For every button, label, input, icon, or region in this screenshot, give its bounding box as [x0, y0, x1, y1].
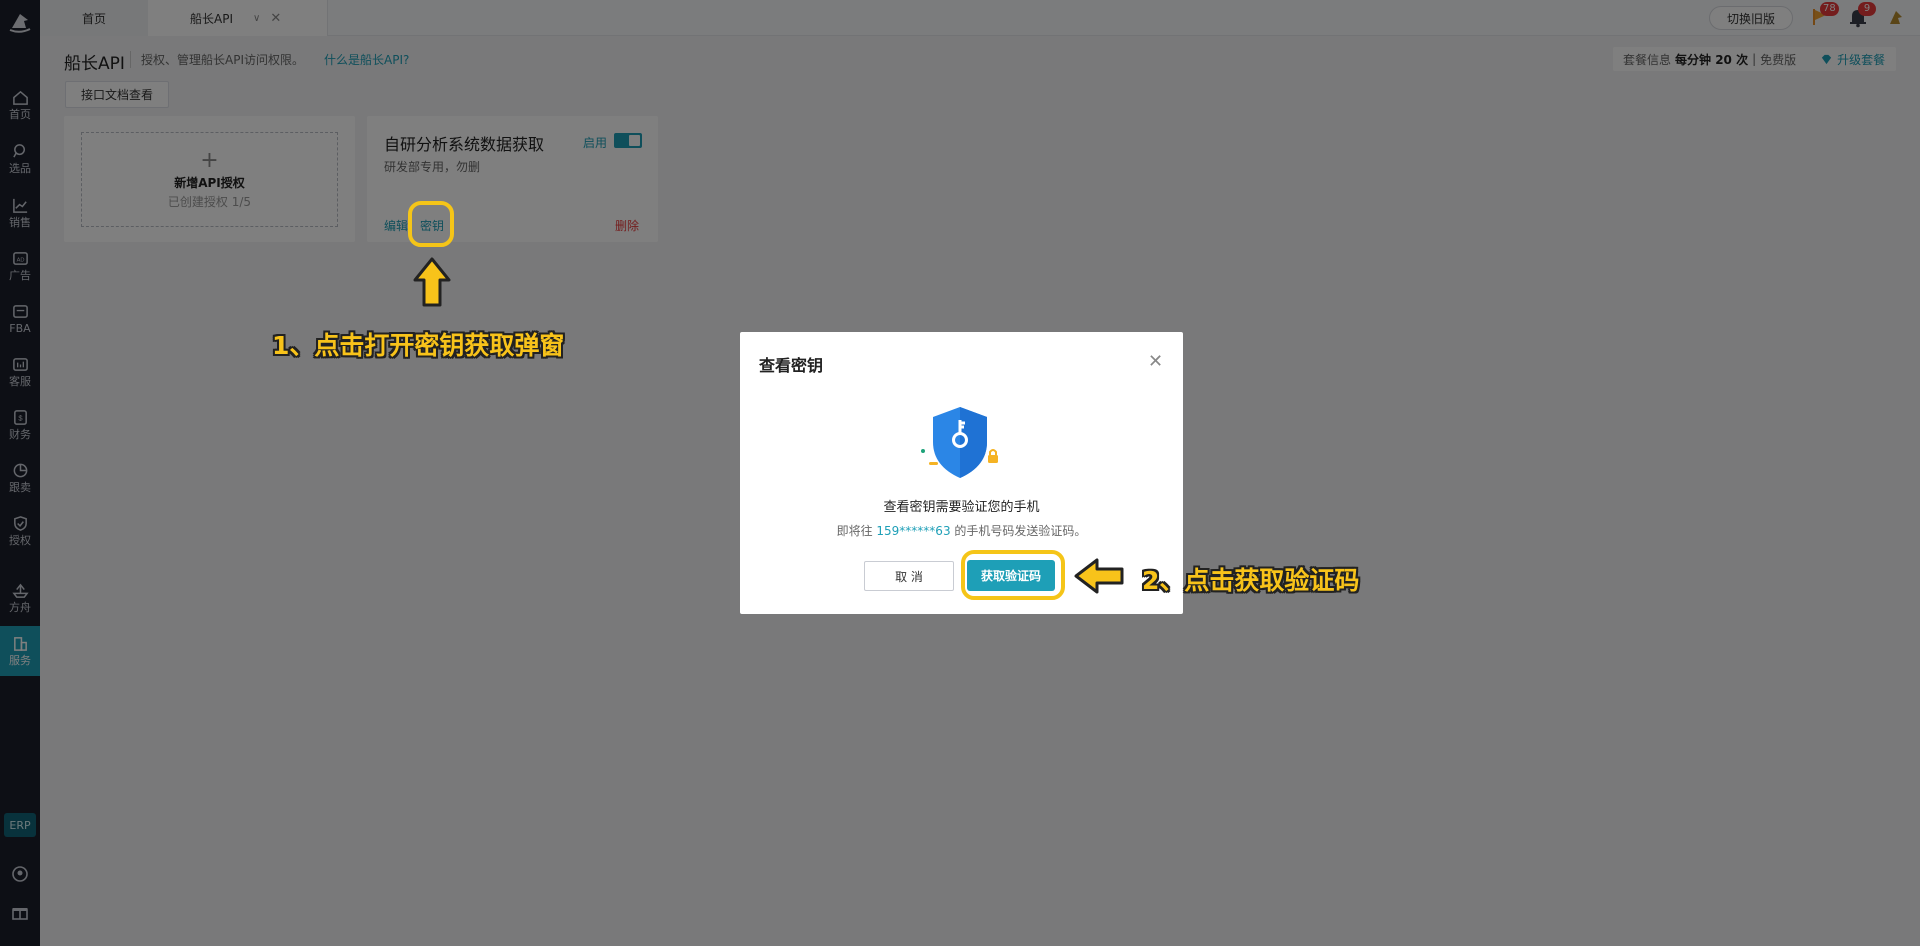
close-icon[interactable]: ✕: [1148, 351, 1163, 372]
shield-key-icon: [921, 407, 998, 478]
annotation-step-1: 1、点击打开密钥获取弹窗: [272, 331, 565, 360]
send-code-text: 即将往 159******63 的手机号码发送验证码。: [740, 522, 1183, 539]
send-code-suffix: 的手机号码发送验证码。: [954, 524, 1087, 538]
highlight-ring-get-code: [961, 550, 1065, 600]
arrow-up-icon: [413, 257, 451, 307]
modal-title: 查看密钥: [759, 356, 824, 375]
send-code-prefix: 即将往: [836, 524, 873, 538]
highlight-ring-key: [408, 201, 454, 247]
verify-phone-text: 查看密钥需要验证您的手机: [883, 500, 1040, 515]
cancel-button[interactable]: 取 消: [864, 561, 954, 591]
masked-phone: 159******63: [876, 524, 951, 538]
annotation-step-2: 2、点击获取验证码: [1142, 566, 1360, 595]
arrow-left-icon: [1074, 558, 1124, 594]
